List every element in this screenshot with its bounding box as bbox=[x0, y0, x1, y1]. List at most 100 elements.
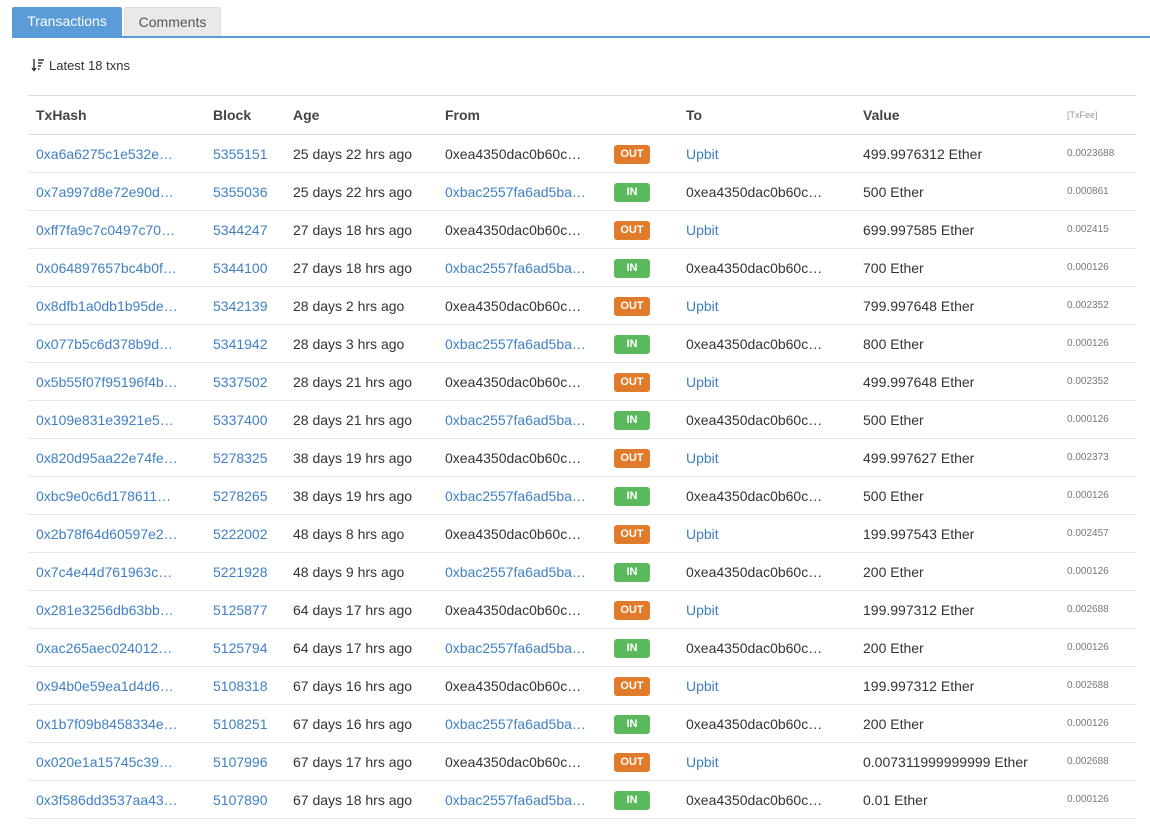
age-cell: 67 days 16 hrs ago bbox=[285, 704, 437, 743]
block-link[interactable]: 5108251 bbox=[205, 704, 285, 743]
direction-cell: OUT bbox=[614, 438, 678, 477]
from-address: 0xea4350dac0b60c… bbox=[437, 286, 614, 325]
block-link[interactable]: 5107890 bbox=[205, 780, 285, 819]
block-link[interactable]: 5125877 bbox=[205, 590, 285, 629]
txhash-link[interactable]: 0x7a997d8e72e90d… bbox=[28, 172, 205, 211]
block-link[interactable]: 5337400 bbox=[205, 400, 285, 439]
tab-comments[interactable]: Comments bbox=[124, 7, 221, 36]
txhash-link[interactable]: 0x1b7f09b8458334e… bbox=[28, 704, 205, 743]
block-link[interactable]: 5221928 bbox=[205, 552, 285, 591]
table-row: 0xac265aec024012… 5125794 64 days 17 hrs a… bbox=[28, 628, 1136, 667]
to-address-link[interactable]: Upbit bbox=[678, 514, 855, 553]
block-link[interactable]: 5108318 bbox=[205, 666, 285, 705]
to-address-link[interactable]: Upbit bbox=[678, 286, 855, 325]
txfee-cell: 0.000126 bbox=[1059, 476, 1136, 515]
table-body: 0xa6a6275c1e532e… 5355151 25 days 22 hrs a… bbox=[28, 134, 1136, 819]
from-address-link[interactable]: 0xbac2557fa6ad5ba… bbox=[437, 172, 614, 211]
block-link[interactable]: 5278325 bbox=[205, 438, 285, 477]
from-address-link[interactable]: 0xbac2557fa6ad5ba… bbox=[437, 628, 614, 667]
value-cell: 200 Ether bbox=[855, 552, 1059, 591]
table-row: 0x109e831e3921e5… 5337400 28 days 21 hrs a… bbox=[28, 400, 1136, 439]
age-cell: 28 days 3 hrs ago bbox=[285, 324, 437, 363]
table-row: 0xff7fa9c7c0497c70… 5344247 27 days 18 hrs… bbox=[28, 210, 1136, 249]
txfee-cell: 0.002457 bbox=[1059, 514, 1136, 553]
direction-cell: IN bbox=[614, 248, 678, 287]
block-link[interactable]: 5355151 bbox=[205, 134, 285, 173]
txhash-link[interactable]: 0x020e1a15745c39… bbox=[28, 742, 205, 781]
block-link[interactable]: 5107996 bbox=[205, 742, 285, 781]
from-address-link[interactable]: 0xbac2557fa6ad5ba… bbox=[437, 324, 614, 363]
block-link[interactable]: 5278265 bbox=[205, 476, 285, 515]
to-address-link[interactable]: Upbit bbox=[678, 210, 855, 249]
direction-cell: OUT bbox=[614, 514, 678, 553]
txhash-link[interactable]: 0xbc9e0c6d178611… bbox=[28, 476, 205, 515]
table-row: 0x064897657bc4b0f… 5344100 27 days 18 hrs … bbox=[28, 248, 1136, 287]
direction-badge: OUT bbox=[614, 372, 650, 392]
txhash-link[interactable]: 0x7c4e44d761963c… bbox=[28, 552, 205, 591]
txfee-cell: 0.002415 bbox=[1059, 210, 1136, 249]
value-cell: 500 Ether bbox=[855, 172, 1059, 211]
value-cell: 800 Ether bbox=[855, 324, 1059, 363]
age-cell: 67 days 17 hrs ago bbox=[285, 742, 437, 781]
txfee-cell: 0.0023688 bbox=[1059, 134, 1136, 173]
txhash-link[interactable]: 0x2b78f64d60597e2… bbox=[28, 514, 205, 553]
direction-cell: OUT bbox=[614, 134, 678, 173]
from-address-link[interactable]: 0xbac2557fa6ad5ba… bbox=[437, 780, 614, 819]
block-link[interactable]: 5125794 bbox=[205, 628, 285, 667]
block-link[interactable]: 5337502 bbox=[205, 362, 285, 401]
block-link[interactable]: 5344100 bbox=[205, 248, 285, 287]
direction-cell: OUT bbox=[614, 362, 678, 401]
to-address-link[interactable]: Upbit bbox=[678, 742, 855, 781]
to-address-link[interactable]: Upbit bbox=[678, 362, 855, 401]
block-link[interactable]: 5355036 bbox=[205, 172, 285, 211]
to-address-link[interactable]: Upbit bbox=[678, 134, 855, 173]
direction-badge: IN bbox=[614, 410, 650, 430]
to-address-link[interactable]: Upbit bbox=[678, 438, 855, 477]
direction-badge: OUT bbox=[614, 676, 650, 696]
txhash-link[interactable]: 0xff7fa9c7c0497c70… bbox=[28, 210, 205, 249]
from-address-link[interactable]: 0xbac2557fa6ad5ba… bbox=[437, 552, 614, 591]
transactions-page: Transactions Comments Latest 18 txns TxH… bbox=[0, 0, 1150, 826]
direction-cell: IN bbox=[614, 400, 678, 439]
tab-transactions[interactable]: Transactions bbox=[12, 7, 122, 36]
txn-summary: Latest 18 txns bbox=[31, 55, 130, 75]
to-address: 0xea4350dac0b60c… bbox=[678, 552, 855, 591]
txhash-link[interactable]: 0xac265aec024012… bbox=[28, 628, 205, 667]
value-cell: 699.997585 Ether bbox=[855, 210, 1059, 249]
from-address-link[interactable]: 0xbac2557fa6ad5ba… bbox=[437, 248, 614, 287]
age-cell: 67 days 18 hrs ago bbox=[285, 780, 437, 819]
txhash-link[interactable]: 0x5b55f07f95196f4b… bbox=[28, 362, 205, 401]
block-link[interactable]: 5344247 bbox=[205, 210, 285, 249]
block-link[interactable]: 5222002 bbox=[205, 514, 285, 553]
txfee-cell: 0.000126 bbox=[1059, 704, 1136, 743]
block-link[interactable]: 5341942 bbox=[205, 324, 285, 363]
from-address: 0xea4350dac0b60c… bbox=[437, 742, 614, 781]
from-address-link[interactable]: 0xbac2557fa6ad5ba… bbox=[437, 400, 614, 439]
direction-cell: OUT bbox=[614, 742, 678, 781]
txhash-link[interactable]: 0x3f586dd3537aa43… bbox=[28, 780, 205, 819]
value-cell: 200 Ether bbox=[855, 704, 1059, 743]
txhash-link[interactable]: 0x820d95aa22e74fe… bbox=[28, 438, 205, 477]
txhash-link[interactable]: 0x077b5c6d378b9d… bbox=[28, 324, 205, 363]
from-address: 0xea4350dac0b60c… bbox=[437, 362, 614, 401]
block-link[interactable]: 5342139 bbox=[205, 286, 285, 325]
table-row: 0x820d95aa22e74fe… 5278325 38 days 19 hrs … bbox=[28, 438, 1136, 477]
from-address-link[interactable]: 0xbac2557fa6ad5ba… bbox=[437, 704, 614, 743]
table-row: 0x5b55f07f95196f4b… 5337502 28 days 21 hrs… bbox=[28, 362, 1136, 401]
to-address-link[interactable]: Upbit bbox=[678, 666, 855, 705]
direction-cell: OUT bbox=[614, 666, 678, 705]
txhash-link[interactable]: 0x064897657bc4b0f… bbox=[28, 248, 205, 287]
from-address-link[interactable]: 0xbac2557fa6ad5ba… bbox=[437, 476, 614, 515]
txfee-cell: 0.002373 bbox=[1059, 438, 1136, 477]
direction-cell: OUT bbox=[614, 590, 678, 629]
txhash-link[interactable]: 0x109e831e3921e5… bbox=[28, 400, 205, 439]
direction-cell: OUT bbox=[614, 210, 678, 249]
txhash-link[interactable]: 0x8dfb1a0db1b95de… bbox=[28, 286, 205, 325]
txhash-link[interactable]: 0x281e3256db63bb… bbox=[28, 590, 205, 629]
to-address-link[interactable]: Upbit bbox=[678, 590, 855, 629]
txhash-link[interactable]: 0x94b0e59ea1d4d6… bbox=[28, 666, 205, 705]
column-header-age: Age bbox=[285, 95, 437, 135]
txhash-link[interactable]: 0xa6a6275c1e532e… bbox=[28, 134, 205, 173]
table-row: 0x7c4e44d761963c… 5221928 48 days 9 hrs ag… bbox=[28, 552, 1136, 591]
to-address: 0xea4350dac0b60c… bbox=[678, 400, 855, 439]
